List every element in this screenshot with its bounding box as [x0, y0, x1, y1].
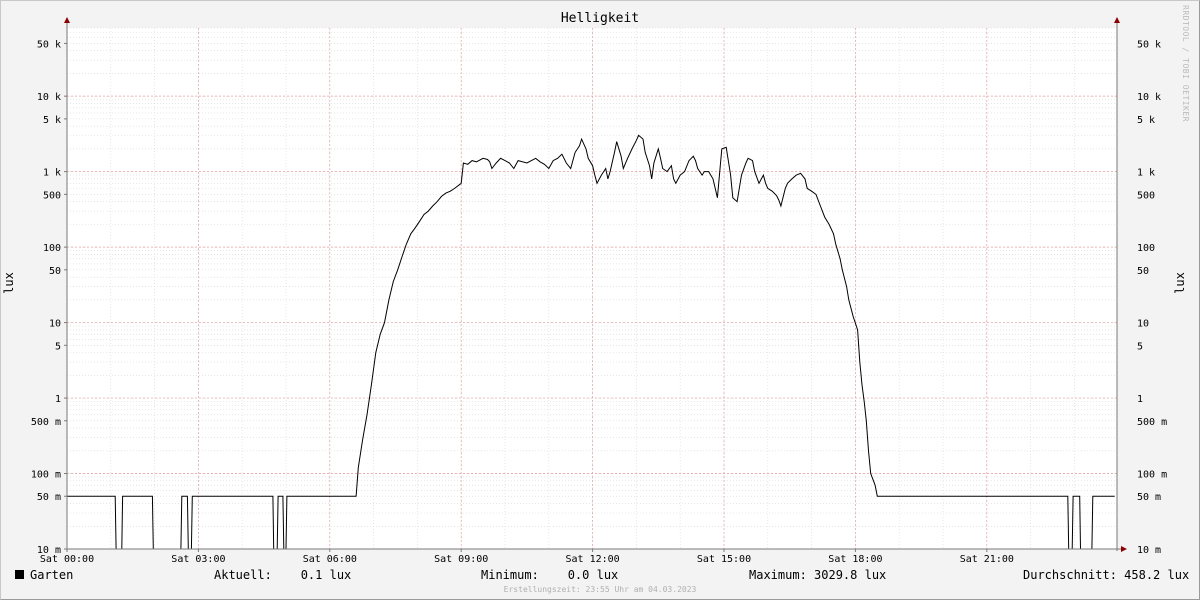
y-tick-label-left: 10 [49, 319, 61, 330]
legend-series-label: Garten [30, 568, 74, 582]
x-tick-label: Sat 06:00 [303, 554, 357, 565]
y-tick-label-left: 100 m [31, 470, 61, 481]
y-tick-label-left: 50 k [37, 39, 61, 50]
y-tick-label-left: 500 [43, 190, 61, 201]
y-tick-label-right: 1 [1137, 394, 1143, 405]
legend-maximum: Maximum: 3029.8 lux [749, 568, 887, 582]
y-tick-label-right: 1 k [1137, 168, 1155, 179]
y-tick-label-right: 10 m [1137, 545, 1161, 556]
y-tick-label-right: 100 [1137, 243, 1155, 254]
y-tick-label-right: 500 m [1137, 417, 1167, 428]
y-tick-label-right: 5 k [1137, 115, 1155, 126]
plot-background [67, 28, 1117, 549]
y-tick-label-right: 50 k [1137, 39, 1161, 50]
x-axis-arrow [1121, 546, 1127, 552]
y-tick-label-left: 50 [49, 266, 61, 277]
y-tick-label-left: 5 k [43, 115, 61, 126]
y-tick-label-left: 500 m [31, 417, 61, 428]
y-tick-label-left: 50 m [37, 492, 61, 503]
y-tick-label-right: 10 [1137, 319, 1149, 330]
y-tick-label-left: 10 k [37, 92, 61, 103]
y-axis-arrow-left [64, 17, 70, 23]
y-tick-label-right: 50 [1137, 266, 1149, 277]
x-tick-label: Sat 12:00 [566, 554, 620, 565]
y-tick-label-left: 5 [55, 341, 61, 352]
legend-average: Durchschnitt: 458.2 lux [1023, 568, 1190, 582]
y-tick-label-right: 500 [1137, 190, 1155, 201]
footer-timestamp: Erstellungszeit: 23:55 Uhr am 04.03.2023 [503, 585, 697, 594]
x-tick-label: Sat 00:00 [40, 554, 94, 565]
y-tick-label-right: 100 m [1137, 470, 1167, 481]
legend-current: Aktuell: 0.1 lux [214, 568, 352, 582]
x-tick-label: Sat 09:00 [434, 554, 488, 565]
y-tick-label-left: 1 [55, 394, 61, 405]
x-tick-label: Sat 21:00 [960, 554, 1014, 565]
plot-area: 50 k 50 k 10 k 10 k 5 k 5 k 1 k 1 k 500 500 100 100… [31, 17, 1167, 565]
x-tick-label: Sat 18:00 [828, 554, 882, 565]
y-tick-label-right: 50 m [1137, 492, 1161, 503]
legend-row: Garten Aktuell: 0.1 lux Minimum: 0.0 lux… [0, 568, 1200, 584]
x-tick-label: Sat 15:00 [697, 554, 751, 565]
y-tick-label-right: 10 k [1137, 92, 1161, 103]
x-tick-label: Sat 03:00 [171, 554, 225, 565]
y-tick-label-left: 1 k [43, 168, 61, 179]
legend-minimum: Minimum: 0.0 lux [481, 568, 619, 582]
y-tick-label-left: 100 [43, 243, 61, 254]
y-tick-label-right: 5 [1137, 341, 1143, 352]
y-axis-arrow-right [1114, 17, 1120, 23]
